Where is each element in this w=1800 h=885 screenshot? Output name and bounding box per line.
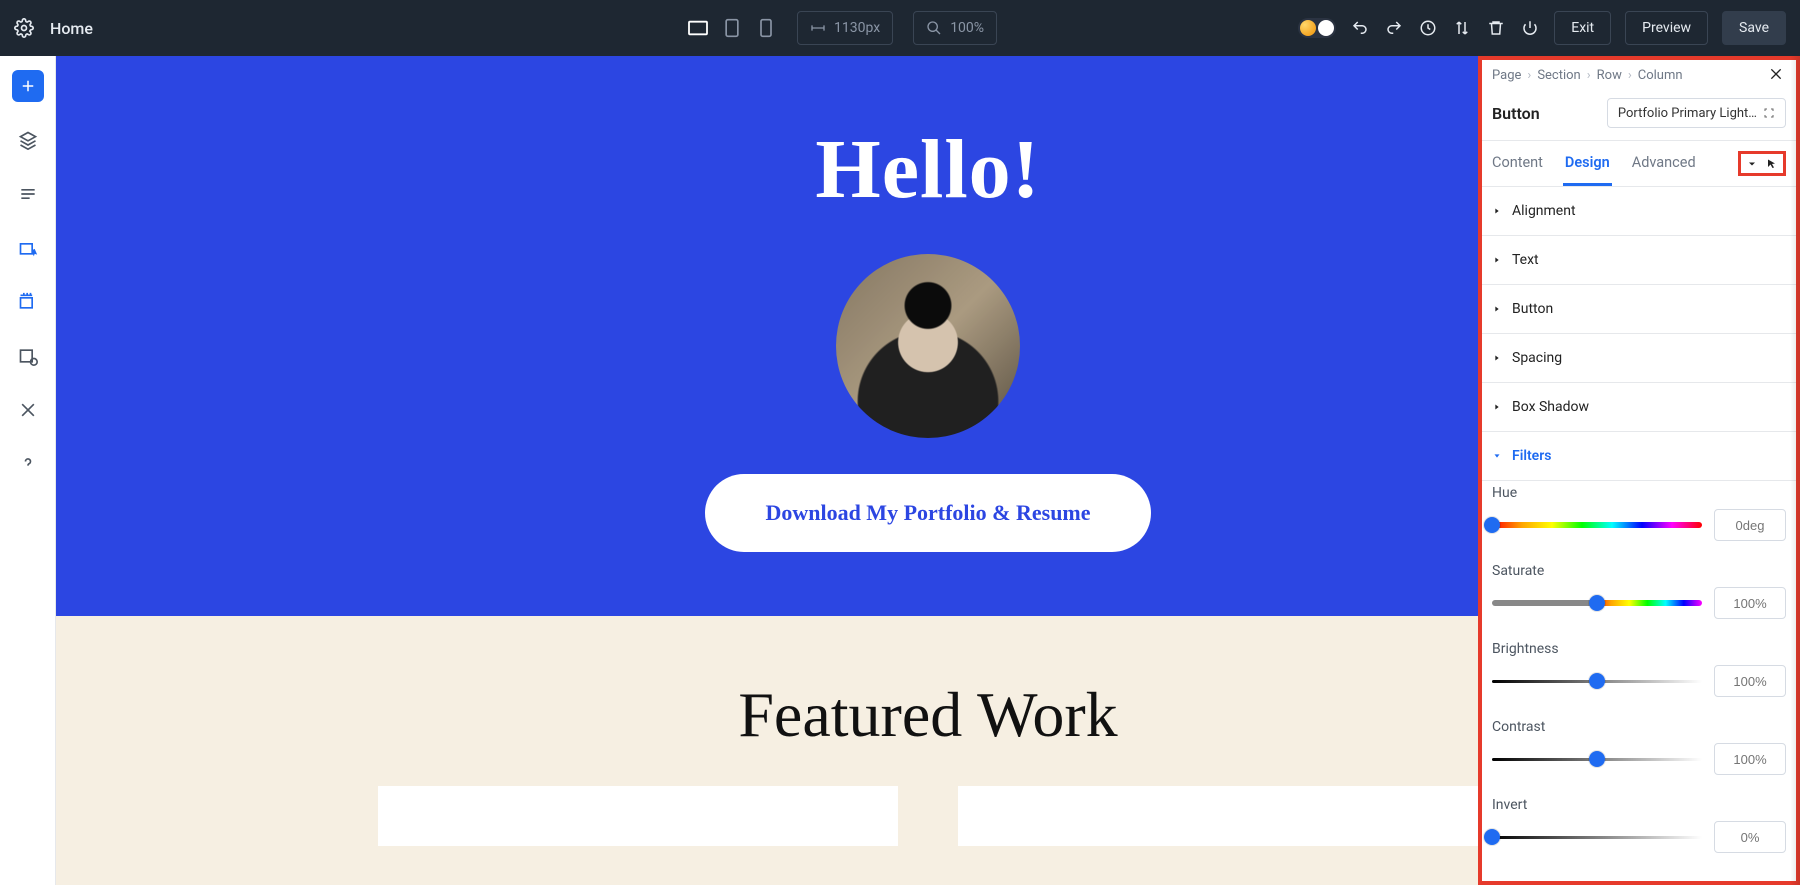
filter-brightness-label: Brightness: [1492, 641, 1786, 657]
design-panel: Page › Section › Row › Column Button Por…: [1478, 56, 1800, 885]
filter-contrast-label: Contrast: [1492, 719, 1786, 735]
filter-hue-label: Hue: [1492, 485, 1786, 501]
saturate-thumb[interactable]: [1589, 595, 1605, 611]
brightness-thumb[interactable]: [1589, 673, 1605, 689]
breadcrumb: Page › Section › Row › Column: [1492, 66, 1786, 84]
filters-body: Hue Saturate Brightness: [1478, 481, 1800, 867]
hue-slider[interactable]: [1492, 522, 1702, 528]
close-icon[interactable]: [1768, 66, 1786, 84]
filter-contrast: Contrast: [1492, 719, 1786, 775]
saturate-input[interactable]: [1714, 587, 1786, 619]
section-filters-label: Filters: [1512, 448, 1551, 464]
device-tablet-icon[interactable]: [721, 17, 743, 39]
presets-icon[interactable]: [12, 340, 44, 372]
cursor-icon[interactable]: [1765, 157, 1779, 171]
filter-invert: Invert: [1492, 797, 1786, 853]
list-icon[interactable]: [12, 178, 44, 210]
history-icon[interactable]: [1418, 18, 1438, 38]
left-rail: [0, 56, 56, 885]
crumb-page[interactable]: Page: [1492, 68, 1521, 83]
section-box-shadow[interactable]: Box Shadow: [1478, 383, 1800, 432]
section-button[interactable]: Button: [1478, 285, 1800, 334]
exit-button[interactable]: Exit: [1554, 11, 1611, 45]
tab-advanced[interactable]: Advanced: [1632, 154, 1696, 173]
invert-slider[interactable]: [1492, 836, 1702, 839]
section-text[interactable]: Text: [1478, 236, 1800, 285]
filter-invert-label: Invert: [1492, 797, 1786, 813]
panel-element-label: Button: [1492, 104, 1540, 123]
filter-saturate-label: Saturate: [1492, 563, 1786, 579]
component-select-icon[interactable]: [12, 232, 44, 264]
device-switcher: [687, 17, 777, 39]
invert-thumb[interactable]: [1484, 829, 1500, 845]
featured-title: Featured Work: [738, 678, 1117, 752]
chevron-down-icon[interactable]: [1745, 157, 1759, 171]
panel-tabs: Content Design Advanced: [1478, 141, 1800, 187]
hue-thumb[interactable]: [1484, 517, 1500, 533]
contrast-thumb[interactable]: [1589, 751, 1605, 767]
panel-tools-highlight: [1738, 151, 1786, 176]
featured-card: [378, 786, 898, 846]
power-icon[interactable]: [1520, 18, 1540, 38]
preset-selector[interactable]: Portfolio Primary Light…: [1607, 98, 1786, 128]
crumb-row[interactable]: Row: [1597, 68, 1622, 83]
canvas-width-input[interactable]: 1130px: [797, 11, 893, 45]
undo-icon[interactable]: [1350, 18, 1370, 38]
sort-icon[interactable]: [1452, 18, 1472, 38]
component-expand-icon[interactable]: [12, 286, 44, 318]
section-text-label: Text: [1512, 252, 1539, 268]
canvas-width-value: 1130px: [834, 20, 880, 36]
saturate-slider[interactable]: [1492, 600, 1702, 606]
contrast-input[interactable]: [1714, 743, 1786, 775]
download-portfolio-button[interactable]: Download My Portfolio & Resume: [705, 474, 1150, 552]
section-filters[interactable]: Filters: [1478, 432, 1800, 481]
avatar: [836, 254, 1020, 438]
save-button[interactable]: Save: [1722, 11, 1786, 45]
crumb-section[interactable]: Section: [1537, 68, 1580, 83]
contrast-slider[interactable]: [1492, 758, 1702, 761]
add-element-button[interactable]: [12, 70, 44, 102]
brightness-input[interactable]: [1714, 665, 1786, 697]
section-alignment-label: Alignment: [1512, 203, 1576, 219]
home-link[interactable]: Home: [50, 19, 93, 38]
section-spacing-label: Spacing: [1512, 350, 1562, 366]
device-desktop-icon[interactable]: [687, 17, 709, 39]
section-alignment[interactable]: Alignment: [1478, 187, 1800, 236]
theme-toggle[interactable]: [1298, 18, 1336, 38]
hue-input[interactable]: [1714, 509, 1786, 541]
preset-label: Portfolio Primary Light…: [1618, 106, 1757, 121]
section-box-shadow-label: Box Shadow: [1512, 399, 1589, 415]
invert-input[interactable]: [1714, 821, 1786, 853]
layers-icon[interactable]: [12, 124, 44, 156]
gear-icon[interactable]: [14, 18, 34, 38]
filter-brightness: Brightness: [1492, 641, 1786, 697]
featured-card: [958, 786, 1478, 846]
section-spacing[interactable]: Spacing: [1478, 334, 1800, 383]
filter-saturate: Saturate: [1492, 563, 1786, 619]
zoom-input[interactable]: 100%: [913, 11, 997, 45]
device-mobile-icon[interactable]: [755, 17, 777, 39]
preview-button[interactable]: Preview: [1625, 11, 1708, 45]
help-icon[interactable]: [12, 448, 44, 480]
crumb-column[interactable]: Column: [1638, 68, 1683, 83]
topbar: Home 1130px 100%: [0, 0, 1800, 56]
tab-design[interactable]: Design: [1565, 154, 1610, 173]
section-button-label: Button: [1512, 301, 1553, 317]
trash-icon[interactable]: [1486, 18, 1506, 38]
tab-content[interactable]: Content: [1492, 154, 1543, 173]
redo-icon[interactable]: [1384, 18, 1404, 38]
hero-title: Hello!: [815, 121, 1040, 218]
filter-hue: Hue: [1492, 485, 1786, 541]
tools-icon[interactable]: [12, 394, 44, 426]
zoom-value: 100%: [950, 20, 984, 36]
brightness-slider[interactable]: [1492, 680, 1702, 683]
